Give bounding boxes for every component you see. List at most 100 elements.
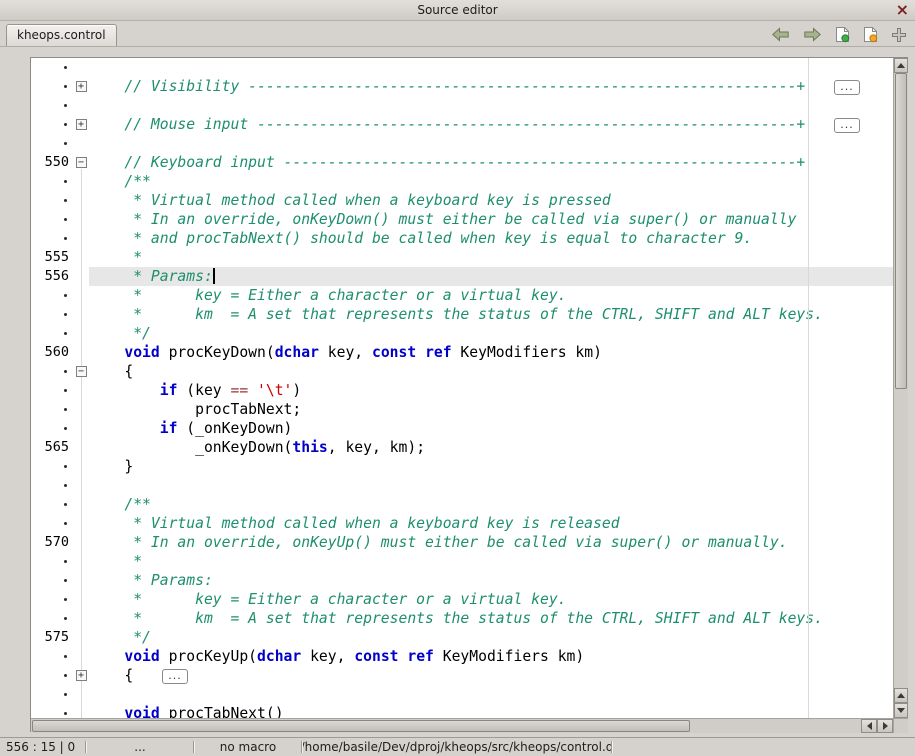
fold-gutter[interactable]: − [73,153,89,172]
line-dot[interactable] [31,400,73,419]
fold-gutter[interactable]: + [73,77,89,96]
code-line[interactable] [31,476,893,495]
line-number[interactable]: 565 [31,438,73,457]
line-dot[interactable] [31,704,73,718]
fold-ellipsis-box[interactable]: ... [834,118,860,133]
line-dot[interactable] [31,666,73,685]
code-line[interactable] [31,58,893,77]
line-dot[interactable] [31,134,73,153]
line-dot[interactable] [31,96,73,115]
line-number[interactable]: 575 [31,628,73,647]
code-line[interactable]: + {... [31,666,893,685]
vertical-scroll-thumb[interactable] [895,73,907,389]
code-line[interactable]: * In an override, onKeyDown() must eithe… [31,210,893,229]
line-number[interactable]: 556 [31,267,73,286]
line-dot[interactable] [31,210,73,229]
tab-kheops-control[interactable]: kheops.control [6,24,117,46]
document-add-icon[interactable] [835,26,850,43]
document-modified-icon[interactable] [863,26,878,43]
code-line[interactable]: 550− // Keyboard input -----------------… [31,153,893,172]
fold-gutter[interactable]: + [73,666,89,685]
line-dot[interactable] [31,476,73,495]
code-line[interactable]: if (key == '\t') [31,381,893,400]
code-line[interactable]: * key = Either a character or a virtual … [31,286,893,305]
titlebar[interactable]: Source editor × [0,0,915,21]
line-dot[interactable] [31,590,73,609]
code-line[interactable]: void procTabNext() [31,704,893,718]
scroll-up-button[interactable] [894,58,908,73]
code-line[interactable]: if (_onKeyDown) [31,419,893,438]
code-line[interactable]: 570 * In an override, onKeyUp() must eit… [31,533,893,552]
code-line[interactable]: 560 void procKeyDown(dchar key, const re… [31,343,893,362]
line-number[interactable]: 550 [31,153,73,172]
code-line[interactable]: 565 _onKeyDown(this, key, km); [31,438,893,457]
fold-gutter[interactable]: + [73,115,89,134]
code-line[interactable]: } [31,457,893,476]
code-line[interactable]: * key = Either a character or a virtual … [31,590,893,609]
code-line[interactable] [31,685,893,704]
horizontal-scroll-track[interactable] [31,719,861,733]
line-dot[interactable] [31,457,73,476]
fold-expand-icon[interactable]: + [76,119,87,130]
code-line[interactable]: void procKeyUp(dchar key, const ref KeyM… [31,647,893,666]
line-dot[interactable] [31,609,73,628]
line-dot[interactable] [31,685,73,704]
line-dot[interactable] [31,58,73,77]
code-line[interactable]: * [31,552,893,571]
code-line[interactable]: /** [31,172,893,191]
horizontal-scrollbar[interactable] [31,718,893,733]
code-line[interactable]: * and procTabNext() should be called whe… [31,229,893,248]
line-dot[interactable] [31,191,73,210]
code-line[interactable]: + // Visibility ------------------------… [31,77,893,96]
line-dot[interactable] [31,514,73,533]
fold-collapse-icon[interactable]: − [76,366,87,377]
line-dot[interactable] [31,571,73,590]
horizontal-scroll-thumb[interactable] [32,720,690,732]
code-line[interactable]: * Params: [31,571,893,590]
code-line[interactable]: * Virtual method called when a keyboard … [31,514,893,533]
line-number[interactable]: 570 [31,533,73,552]
fold-expand-icon[interactable]: + [76,670,87,681]
line-dot[interactable] [31,229,73,248]
line-dot[interactable] [31,286,73,305]
line-dot[interactable] [31,362,73,381]
line-number[interactable]: 555 [31,248,73,267]
code-line[interactable]: * km = A set that represents the status … [31,609,893,628]
code-line[interactable]: */ [31,324,893,343]
code-line[interactable]: 556 * Params: [31,267,893,286]
fold-expand-icon[interactable]: + [76,81,87,92]
line-dot[interactable] [31,419,73,438]
line-dot[interactable] [31,495,73,514]
fold-ellipsis-box[interactable]: ... [162,669,188,684]
fold-collapse-icon[interactable]: − [76,157,87,168]
code-line[interactable] [31,134,893,153]
go-forward-icon[interactable] [803,27,822,42]
code-line[interactable]: + // Mouse input -----------------------… [31,115,893,134]
code-line[interactable]: − { [31,362,893,381]
code-line[interactable]: 555 * [31,248,893,267]
scroll-up-button-bottom[interactable] [894,688,908,703]
fold-gutter[interactable]: − [73,362,89,381]
scroll-right-button[interactable] [877,719,893,733]
vertical-scrollbar[interactable] [893,58,908,718]
code-line[interactable]: procTabNext; [31,400,893,419]
line-dot[interactable] [31,172,73,191]
line-dot[interactable] [31,305,73,324]
code-line[interactable]: 575 */ [31,628,893,647]
code-line[interactable] [31,96,893,115]
line-dot[interactable] [31,324,73,343]
line-dot[interactable] [31,77,73,96]
line-dot[interactable] [31,381,73,400]
line-number[interactable]: 560 [31,343,73,362]
dock-handle-icon[interactable] [891,27,907,43]
code-line[interactable]: * km = A set that represents the status … [31,305,893,324]
scroll-left-button[interactable] [861,719,877,733]
fold-ellipsis-box[interactable]: ... [834,80,860,95]
close-icon[interactable]: × [896,1,909,19]
line-dot[interactable] [31,647,73,666]
line-dot[interactable] [31,552,73,571]
vertical-scroll-track[interactable] [894,73,908,688]
code-line[interactable]: * Virtual method called when a keyboard … [31,191,893,210]
go-back-icon[interactable] [771,27,790,42]
code-line[interactable]: /** [31,495,893,514]
